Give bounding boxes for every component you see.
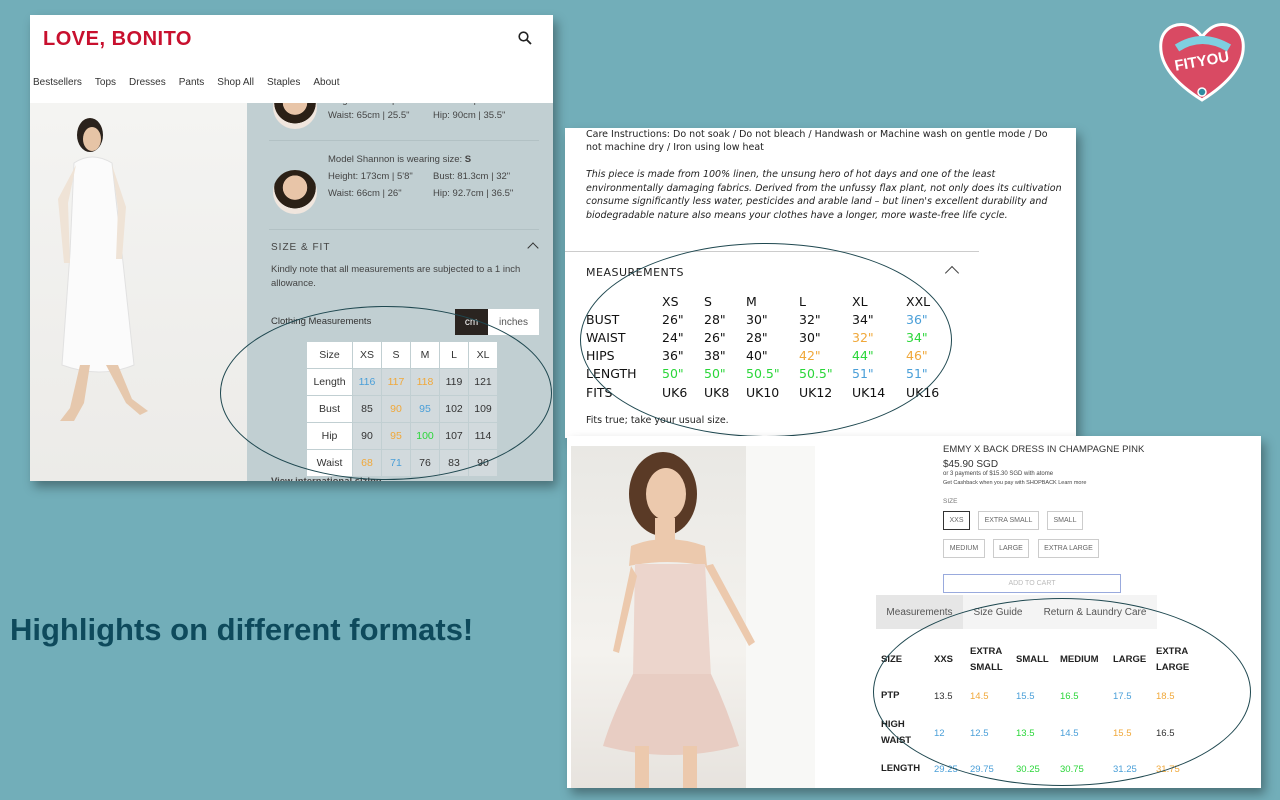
model-1-hip: Hip: 90cm | 35.5" [433, 110, 506, 121]
nav-staples[interactable]: Staples [267, 77, 300, 88]
model-avatar [273, 170, 317, 214]
size-small-button[interactable]: SMALL [1047, 511, 1083, 530]
nav-shop-all[interactable]: Shop All [217, 77, 254, 88]
cashback-text[interactable]: Get Cashback when you pay with SHOPBACK … [943, 480, 1086, 486]
allowance-note: Kindly note that all measurements are su… [271, 264, 521, 289]
add-to-cart-button[interactable]: ADD TO CART [943, 574, 1121, 593]
size-extra-small-button[interactable]: EXTRA SMALL [978, 511, 1039, 530]
nav-bestsellers[interactable]: Bestsellers [33, 77, 82, 88]
model-2-waist: Waist: 66cm | 26" [328, 188, 402, 199]
nav-about[interactable]: About [313, 77, 339, 88]
divider [269, 140, 539, 141]
size-label: SIZE [943, 498, 958, 505]
headline: Highlights on different formats! [10, 612, 474, 647]
brand-logo[interactable]: LOVE, BONITO [43, 28, 192, 51]
model-2-bust: Bust: 81.3cm | 32" [433, 171, 511, 182]
size-large-button[interactable]: LARGE [993, 539, 1029, 558]
product-price: $45.90 SGD [943, 459, 999, 470]
size-extra-large-button[interactable]: EXTRA LARGE [1038, 539, 1099, 558]
product-title: EMMY X BACK DRESS IN CHAMPAGNE PINK [943, 444, 1145, 455]
site-header: LOVE, BONITO Bestsellers Tops Dresses Pa… [30, 15, 553, 103]
product-photo-pink-dress [571, 446, 815, 788]
model-1-waist: Waist: 65cm | 25.5" [328, 110, 410, 121]
highlight-ellipse [220, 306, 552, 480]
model-2-wearing: Model Shannon is wearing size: S [328, 154, 472, 165]
model-2-hip: Hip: 92.7cm | 36.5" [433, 188, 514, 199]
fityou-heart-logo: FITYOU [1159, 23, 1245, 102]
divider [269, 229, 539, 230]
main-nav: Bestsellers Tops Dresses Pants Shop All … [33, 77, 340, 88]
nav-dresses[interactable]: Dresses [129, 77, 166, 88]
row-label: LENGTH [881, 763, 921, 774]
search-icon[interactable] [518, 31, 532, 45]
product-photo-white-dress [30, 103, 247, 481]
highlight-ellipse [580, 243, 952, 437]
model-2-height: Height: 173cm | 5'8" [328, 171, 413, 182]
size-fit-title: SIZE & FIT [271, 242, 331, 253]
nav-tops[interactable]: Tops [95, 77, 116, 88]
size-xxs-button[interactable]: XXS [943, 511, 970, 530]
highlight-ellipse [873, 598, 1251, 786]
installment-text: or 3 payments of $15.30 SGD with atome [943, 471, 1054, 477]
size-medium-button[interactable]: MEDIUM [943, 539, 985, 558]
chevron-up-icon[interactable] [527, 242, 539, 254]
nav-pants[interactable]: Pants [179, 77, 205, 88]
